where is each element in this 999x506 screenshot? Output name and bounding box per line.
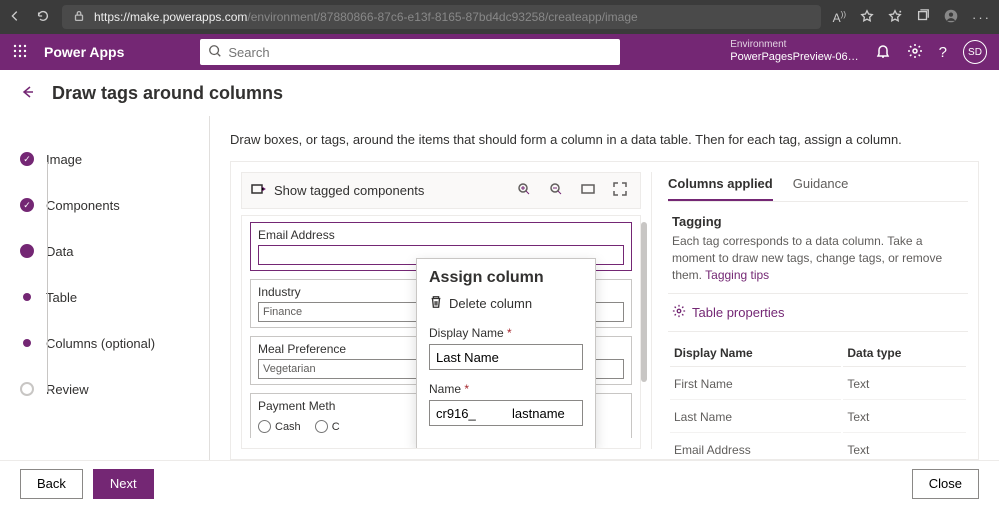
step-image[interactable]: Image — [20, 136, 209, 182]
favorite-icon[interactable] — [860, 9, 874, 26]
tab-guidance[interactable]: Guidance — [793, 172, 849, 201]
collections-icon[interactable] — [916, 9, 930, 26]
step-components[interactable]: Components — [20, 182, 209, 228]
close-button[interactable]: Close — [912, 469, 979, 499]
url-host: https://make.powerapps.com — [94, 10, 247, 24]
step-table[interactable]: Table — [20, 274, 209, 320]
show-tagged-toggle[interactable]: Show tagged components — [274, 183, 424, 198]
notifications-icon[interactable] — [875, 43, 891, 62]
step-review[interactable]: Review — [20, 366, 209, 412]
step-data[interactable]: Data — [20, 228, 209, 274]
profile-icon[interactable] — [944, 9, 958, 26]
payment-other-radio[interactable]: C — [315, 420, 340, 433]
favorites-bar-icon[interactable] — [888, 9, 902, 26]
th-data-type: Data type — [843, 340, 966, 367]
url-path: /environment/87880866-87c6-e13f-8165-87b… — [247, 10, 637, 24]
name-input[interactable] — [506, 401, 582, 425]
fit-icon[interactable] — [576, 179, 600, 202]
search-input[interactable] — [228, 45, 612, 60]
fullscreen-icon[interactable] — [608, 179, 632, 202]
tab-columns-applied[interactable]: Columns applied — [668, 172, 773, 201]
tag-icon — [250, 181, 266, 200]
browser-back-icon[interactable] — [8, 9, 22, 26]
address-bar[interactable]: https://make.powerapps.com/environment/8… — [62, 5, 821, 29]
page-title: Draw tags around columns — [52, 83, 283, 104]
tagging-body: Each tag corresponds to a data column. T… — [672, 233, 964, 283]
app-header: Power Apps Environment PowerPagesPreview… — [0, 34, 999, 70]
app-name[interactable]: Power Apps — [44, 44, 124, 60]
table-row[interactable]: First NameText — [670, 369, 966, 400]
name-prefix — [430, 401, 506, 425]
table-row[interactable]: Email AddressText — [670, 435, 966, 460]
next-button[interactable]: Next — [93, 469, 154, 499]
back-button[interactable]: Back — [20, 469, 83, 499]
gear-icon — [672, 304, 686, 321]
tagging-heading: Tagging — [672, 214, 964, 229]
stepper-rail: Image Components Data Table Columns (opt… — [0, 116, 210, 460]
right-panel: Columns applied Guidance Tagging Each ta… — [651, 172, 968, 449]
back-arrow-icon[interactable] — [20, 84, 36, 103]
footer-bar: Back Next Close — [0, 460, 999, 506]
zoom-out-icon[interactable] — [544, 179, 568, 202]
columns-table: Display Name Data type First NameText La… — [668, 338, 968, 460]
display-name-label: Display Name * — [429, 326, 583, 340]
th-display-name: Display Name — [670, 340, 841, 367]
tagging-tips-link[interactable]: Tagging tips — [705, 268, 769, 282]
delete-column-button[interactable]: Delete column — [429, 295, 583, 312]
table-properties-link[interactable]: Table properties — [668, 294, 968, 332]
read-aloud-icon[interactable]: A)) — [833, 10, 846, 25]
page-title-bar: Draw tags around columns — [0, 70, 999, 116]
canvas-toolbar: Show tagged components — [241, 172, 641, 209]
name-label: Name * — [429, 382, 583, 396]
assign-column-popup: Assign column Delete column Display Name… — [416, 258, 596, 449]
help-icon[interactable]: ? — [939, 44, 947, 61]
step-columns[interactable]: Columns (optional) — [20, 320, 209, 366]
instruction-text: Draw boxes, or tags, around the items th… — [230, 132, 979, 147]
browser-refresh-icon[interactable] — [36, 9, 50, 26]
waffle-icon[interactable] — [12, 43, 28, 62]
display-name-input[interactable] — [429, 344, 583, 370]
trash-icon — [429, 295, 443, 312]
search-icon — [208, 44, 222, 61]
zoom-in-icon[interactable] — [512, 179, 536, 202]
settings-icon[interactable] — [907, 43, 923, 62]
payment-cash-radio[interactable]: Cash — [258, 420, 301, 433]
form-preview-canvas[interactable]: Email Address Industry Finance Meal Pref… — [241, 215, 641, 449]
more-icon[interactable]: ··· — [972, 10, 991, 25]
popup-title: Assign column — [429, 269, 583, 287]
environment-picker[interactable]: Environment PowerPagesPreview-06… — [730, 39, 858, 64]
avatar[interactable]: SD — [963, 40, 987, 64]
table-row[interactable]: Last NameText — [670, 402, 966, 433]
browser-chrome: https://make.powerapps.com/environment/8… — [0, 0, 999, 34]
scrollbar[interactable] — [641, 222, 647, 382]
lock-icon — [72, 9, 86, 26]
search-box[interactable] — [200, 39, 620, 65]
